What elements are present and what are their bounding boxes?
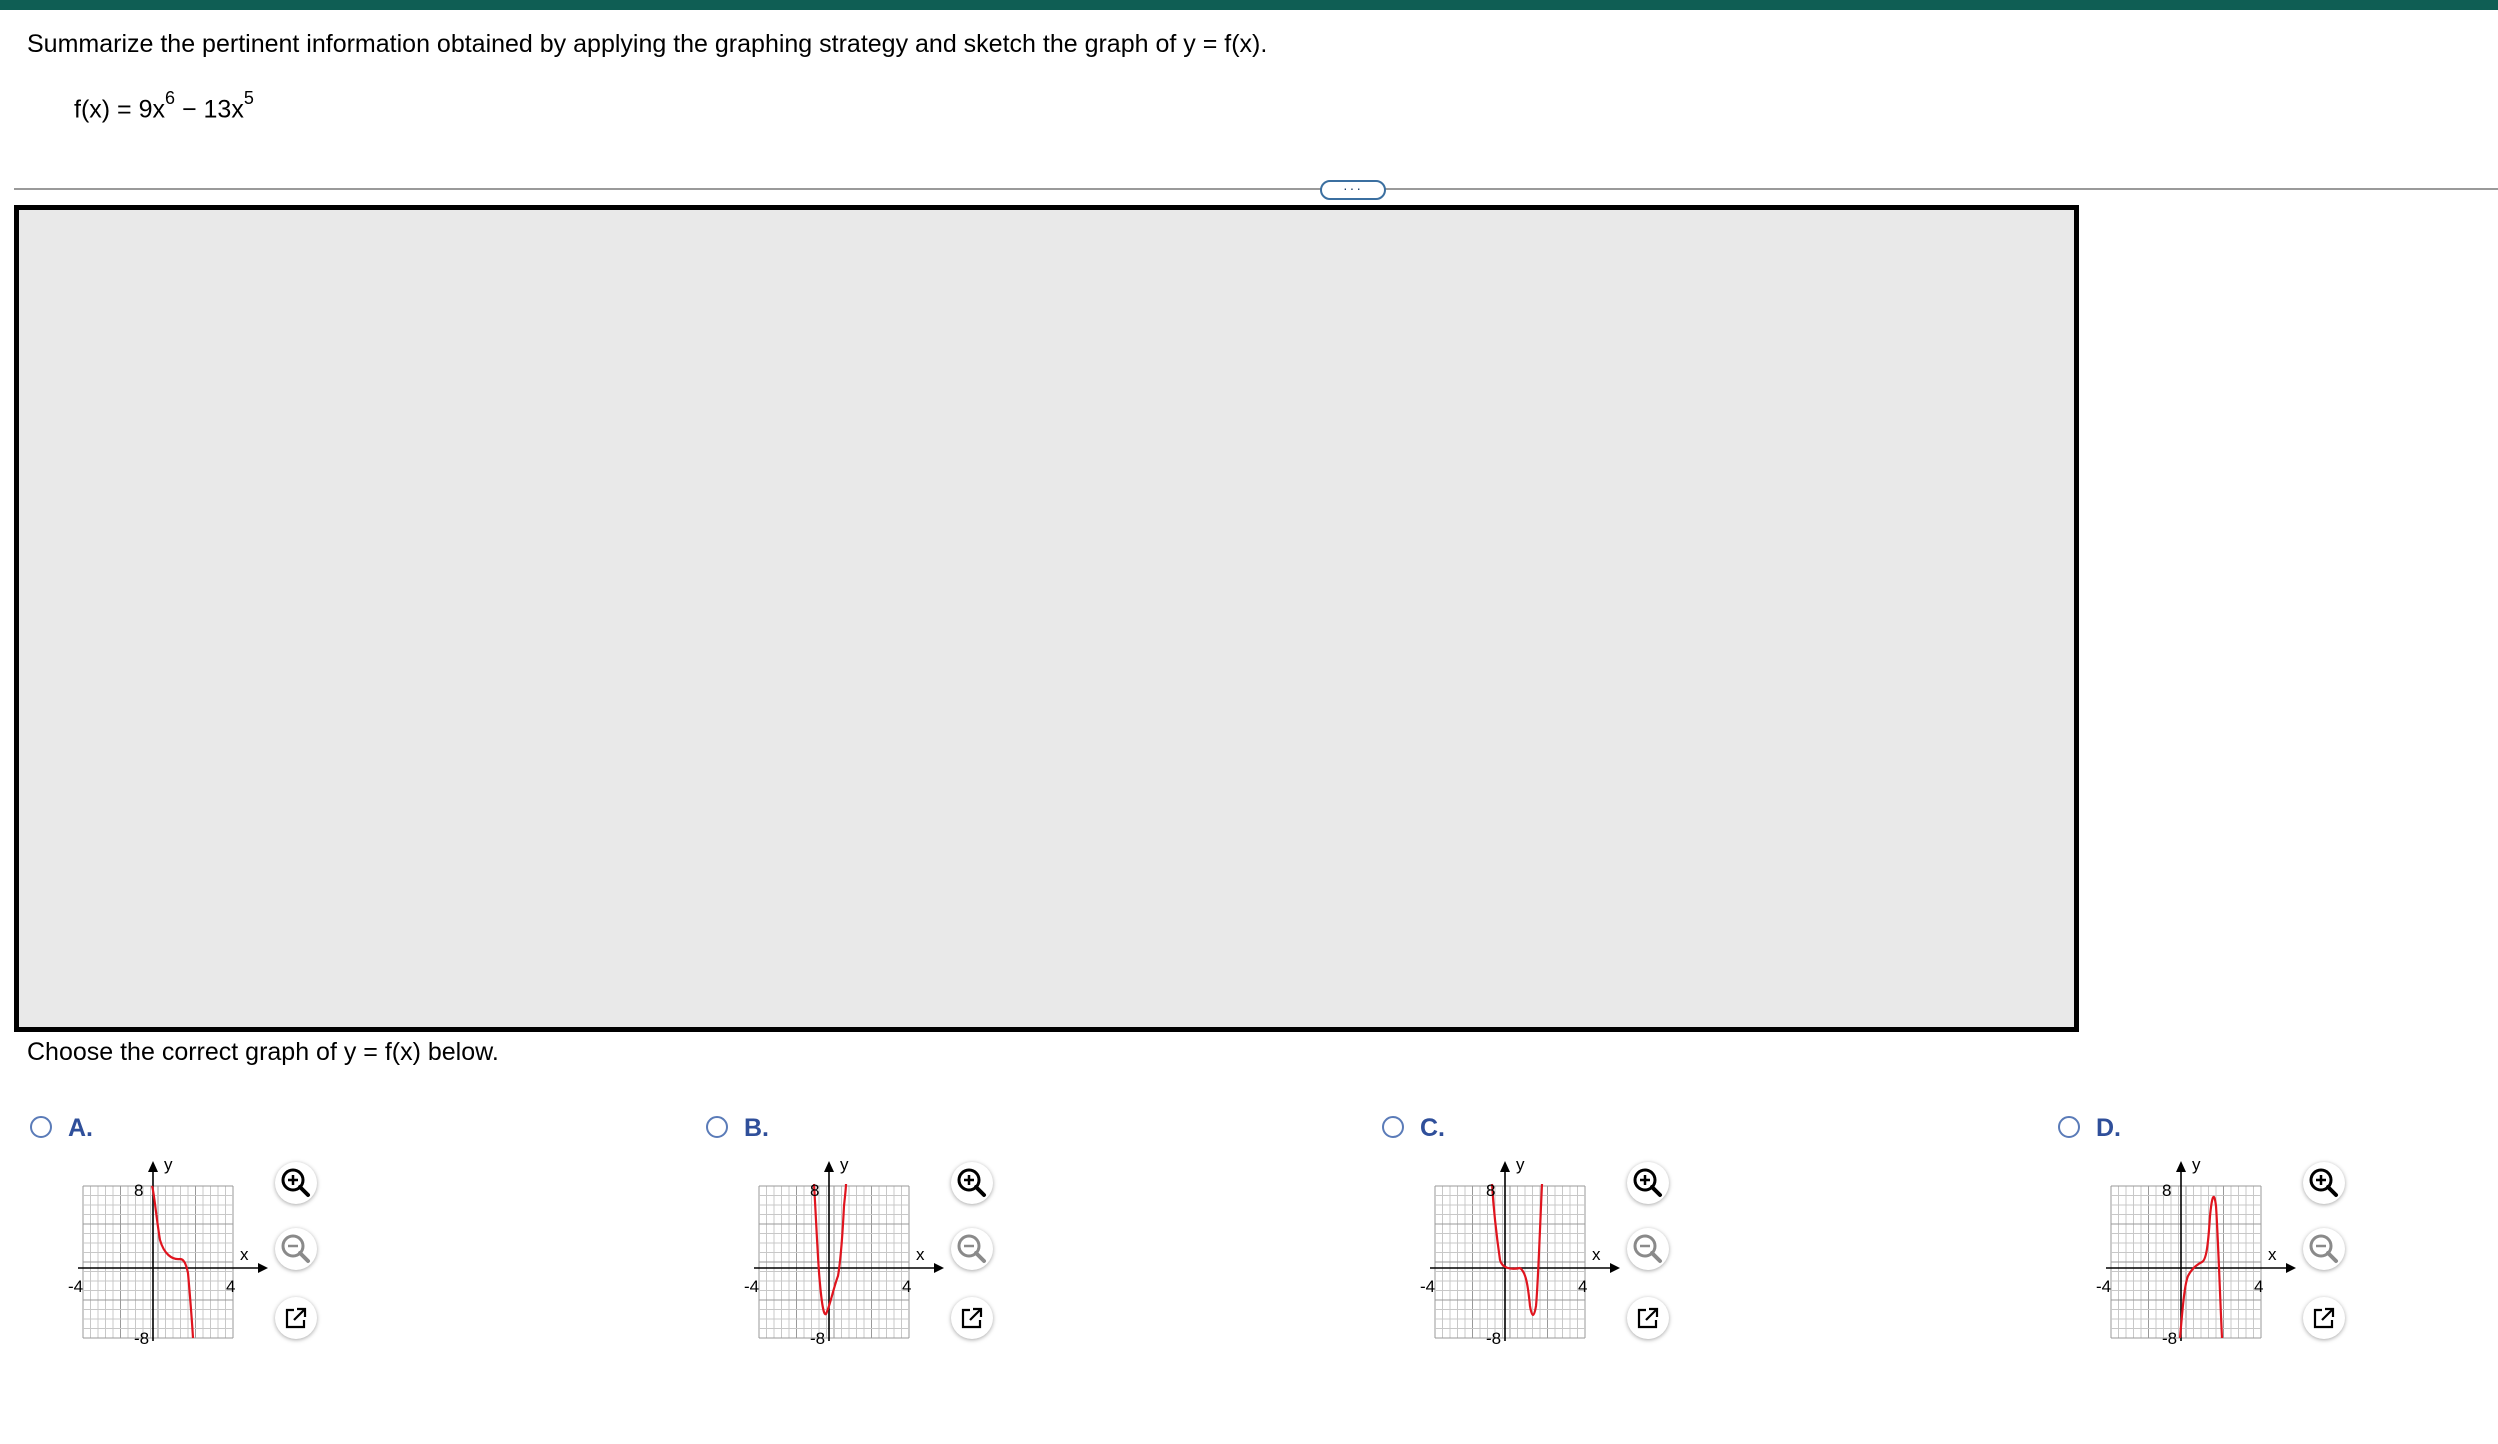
option-b-zoom-out-button[interactable]: [951, 1228, 993, 1270]
option-a-radio[interactable]: [30, 1116, 52, 1138]
option-c-zoom-in-button[interactable]: [1627, 1162, 1669, 1204]
graph-b-y-label: y: [840, 1156, 849, 1174]
graph-a-xmax-label: 4: [226, 1277, 235, 1296]
option-c-radio[interactable]: [1382, 1116, 1404, 1138]
graph-c-xmin-label: -4: [1420, 1277, 1435, 1296]
zoom-out-icon: [2309, 1234, 2338, 1263]
option-b-radio[interactable]: [706, 1116, 728, 1138]
graph-c-y-label: y: [1516, 1156, 1525, 1174]
graph-d-xmin-label: -4: [2096, 1277, 2111, 1296]
graph-a-ymax-label: 8: [134, 1181, 143, 1200]
graph-b-ymax-label: 8: [810, 1181, 819, 1200]
function-formula: f(x) = 9x6 − 13x5: [74, 88, 254, 124]
graph-c-y-arrow: [1500, 1161, 1510, 1172]
formula-middle: − 13x: [175, 95, 244, 124]
zoom-in-icon: [1633, 1168, 1662, 1197]
option-b-popout-button[interactable]: [951, 1297, 993, 1339]
option-b-letter: B.: [744, 1114, 769, 1142]
popout-icon: [961, 1307, 983, 1329]
graph-b-xmax-label: 4: [902, 1277, 911, 1296]
graph-a[interactable]: y x 8 -8 -4 4: [68, 1156, 278, 1346]
graph-c-xmax-label: 4: [1578, 1277, 1587, 1296]
graph-d-ymin-label: -8: [2162, 1329, 2177, 1346]
graph-d-y-label: y: [2192, 1156, 2201, 1174]
divider: [14, 188, 2498, 190]
graph-b-xmin-label: -4: [744, 1277, 759, 1296]
zoom-in-icon: [2309, 1168, 2338, 1197]
graph-a-grid: [82, 1185, 234, 1339]
graph-b-x-arrow: [934, 1263, 944, 1273]
graph-c-x-arrow: [1610, 1263, 1620, 1273]
graph-a-xmin-label: -4: [68, 1277, 83, 1296]
graph-d-xmax-label: 4: [2254, 1277, 2263, 1296]
graph-b-grid: [758, 1185, 910, 1339]
option-a-zoom-in-button[interactable]: [275, 1162, 317, 1204]
zoom-out-icon: [1633, 1234, 1662, 1263]
option-d-zoom-in-button[interactable]: [2303, 1162, 2345, 1204]
option-d-letter: D.: [2096, 1114, 2121, 1142]
graph-c-x-label: x: [1592, 1245, 1601, 1264]
answer-area: [14, 205, 2079, 1032]
graph-d-x-label: x: [2268, 1245, 2277, 1264]
graph-b-y-arrow: [824, 1161, 834, 1172]
graph-a-y-arrow: [148, 1161, 158, 1172]
zoom-in-icon: [957, 1168, 986, 1197]
option-a-popout-button[interactable]: [275, 1297, 317, 1339]
graph-d-x-arrow: [2286, 1263, 2296, 1273]
graph-a-ymin-label: -8: [134, 1329, 149, 1346]
graph-c-ymax-label: 8: [1486, 1181, 1495, 1200]
option-c-letter: C.: [1420, 1114, 1445, 1142]
graph-c-ymin-label: -8: [1486, 1329, 1501, 1346]
graph-b-x-label: x: [916, 1245, 925, 1264]
option-a-letter: A.: [68, 1114, 93, 1142]
popout-icon: [285, 1307, 307, 1329]
graph-a-x-label: x: [240, 1245, 249, 1264]
expand-more-button[interactable]: ···: [1320, 180, 1386, 200]
graph-b-ymin-label: -8: [810, 1329, 825, 1346]
option-d-popout-button[interactable]: [2303, 1297, 2345, 1339]
graph-a-y-label: y: [164, 1156, 173, 1174]
zoom-in-icon: [281, 1168, 310, 1197]
popout-icon: [1637, 1307, 1659, 1329]
formula-exponent-1: 6: [165, 88, 176, 108]
graph-c[interactable]: y x 8 -8 -4 4: [1420, 1156, 1630, 1346]
question-prompt: Summarize the pertinent information obta…: [27, 30, 1268, 58]
option-b-zoom-in-button[interactable]: [951, 1162, 993, 1204]
popout-icon: [2313, 1307, 2335, 1329]
graph-d-y-arrow: [2176, 1161, 2186, 1172]
option-c-zoom-out-button[interactable]: [1627, 1228, 1669, 1270]
graph-d[interactable]: y x 8 -8 -4 4: [2096, 1156, 2306, 1346]
formula-exponent-2: 5: [243, 88, 254, 108]
choose-prompt: Choose the correct graph of y = f(x) bel…: [27, 1038, 499, 1066]
option-a-zoom-out-button[interactable]: [275, 1228, 317, 1270]
graph-b[interactable]: y x 8 -8 -4 4: [744, 1156, 954, 1346]
graph-d-grid: [2110, 1185, 2262, 1339]
graph-c-grid: [1434, 1185, 1586, 1339]
zoom-out-icon: [957, 1234, 986, 1263]
zoom-out-icon: [281, 1234, 310, 1263]
graph-d-ymax-label: 8: [2162, 1181, 2171, 1200]
top-banner: [0, 0, 2498, 10]
option-d-radio[interactable]: [2058, 1116, 2080, 1138]
formula-prefix: f(x) = 9x: [74, 95, 165, 124]
option-c-popout-button[interactable]: [1627, 1297, 1669, 1339]
graph-a-x-arrow: [258, 1263, 268, 1273]
option-d-zoom-out-button[interactable]: [2303, 1228, 2345, 1270]
